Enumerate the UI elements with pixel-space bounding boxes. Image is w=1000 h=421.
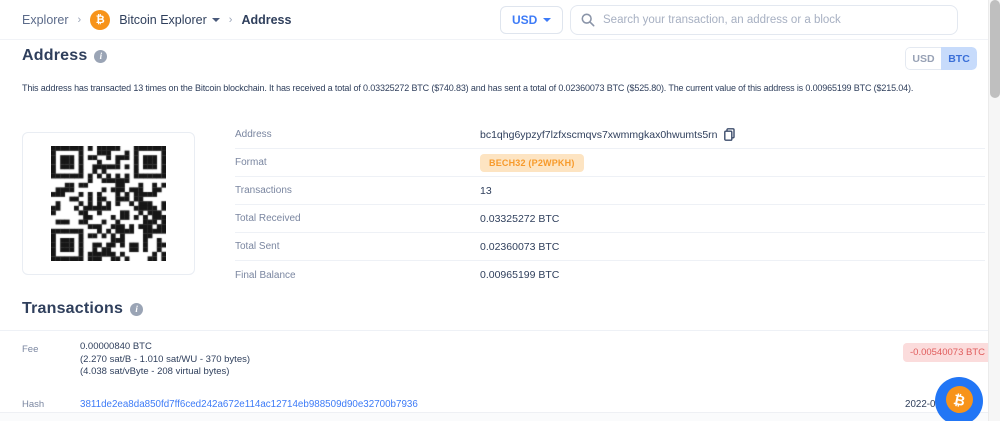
fee-details: 0.00000840 BTC (2.270 sat/B - 1.010 sat/… [80, 341, 250, 379]
info-icon[interactable]: i [130, 303, 143, 316]
row-label: Format [235, 157, 480, 168]
row-label: Transactions [235, 185, 480, 196]
bitcoin-icon: ₿ [943, 383, 975, 415]
table-row-total-received: Total Received 0.03325272 BTC [235, 205, 985, 233]
fee-label: Fee [22, 344, 38, 355]
table-row-total-sent: Total Sent 0.02360073 BTC [235, 233, 985, 261]
fee-rate-line-2: (4.038 sat/vByte - 208 virtual bytes) [80, 366, 250, 379]
row-label: Address [235, 129, 480, 140]
breadcrumb-explorer-link[interactable]: Explorer [22, 13, 69, 27]
currency-selector-button[interactable]: USD [500, 6, 563, 34]
balance-change-badge: -0.00540073 BTC [903, 343, 992, 362]
divider [0, 330, 988, 331]
page-title: Address [22, 47, 87, 65]
table-row-transactions: Transactions 13 [235, 177, 985, 205]
total-received-value: 0.03325272 BTC [480, 213, 559, 225]
fee-btc-amount: 0.00000840 BTC [80, 341, 250, 354]
copy-icon[interactable] [724, 128, 735, 141]
row-label: Total Received [235, 213, 480, 224]
breadcrumb-bitcoin-explorer-label: Bitcoin Explorer [119, 13, 207, 27]
address-summary-text: This address has transacted 13 times on … [22, 83, 988, 93]
chevron-down-icon [543, 18, 551, 22]
chevron-down-icon [212, 18, 220, 22]
currency-selector-label: USD [512, 13, 537, 27]
section-bottom-strip [0, 412, 988, 421]
breadcrumb-bitcoin-explorer-dropdown[interactable]: Bitcoin Explorer [119, 13, 220, 27]
breadcrumb-separator-icon: › [78, 14, 82, 26]
search-bar[interactable] [570, 5, 958, 35]
qr-code-card [22, 132, 195, 275]
table-row-format: Format BECH32 (P2WPKH) [235, 149, 985, 177]
search-icon [581, 13, 595, 27]
row-label: Total Sent [235, 241, 480, 252]
transactions-section-header: Transactions i [22, 300, 143, 318]
scrollbar-thumb[interactable] [990, 0, 1000, 98]
search-input[interactable] [603, 14, 947, 26]
hash-label: Hash [22, 399, 44, 410]
floating-bitcoin-widget-button[interactable]: ₿ [935, 377, 983, 421]
table-row-address: Address bc1qhg6ypzyf7lzfxscmqvs7xwmmgkax… [235, 121, 985, 149]
breadcrumb-separator-icon: › [229, 14, 233, 26]
transactions-count: 13 [480, 185, 492, 197]
total-sent-value: 0.02360073 BTC [480, 241, 559, 253]
breadcrumb-current-page: Address [241, 13, 291, 27]
vertical-scrollbar[interactable] [988, 0, 1000, 421]
info-icon[interactable]: i [94, 50, 107, 63]
final-balance-value: 0.00965199 BTC [480, 269, 559, 281]
fee-rate-line-1: (2.270 sat/B - 1.010 sat/WU - 370 bytes) [80, 354, 250, 367]
address-section-header: Address i [22, 47, 107, 65]
address-details-table: Address bc1qhg6ypzyf7lzfxscmqvs7xwmmgkax… [235, 121, 985, 289]
row-label: Final Balance [235, 270, 480, 281]
currency-display-toggle: USD BTC [905, 47, 977, 70]
transaction-hash-link[interactable]: 3811de2ea8da850fd7ff6ced242a672e114ac127… [80, 399, 418, 410]
address-value: bc1qhg6ypzyf7lzfxscmqvs7xwmmgkax0hwumts5… [480, 129, 718, 141]
bitcoin-logo-icon: ₿ [90, 10, 110, 30]
toggle-btc-button[interactable]: BTC [941, 47, 977, 70]
transactions-title: Transactions [22, 300, 123, 318]
toggle-usd-button[interactable]: USD [905, 47, 941, 70]
qr-code-image [51, 146, 166, 261]
table-row-final-balance: Final Balance 0.00965199 BTC [235, 261, 985, 289]
format-badge: BECH32 (P2WPKH) [480, 154, 584, 172]
breadcrumb: Explorer › ₿ Bitcoin Explorer › Address [0, 10, 291, 30]
